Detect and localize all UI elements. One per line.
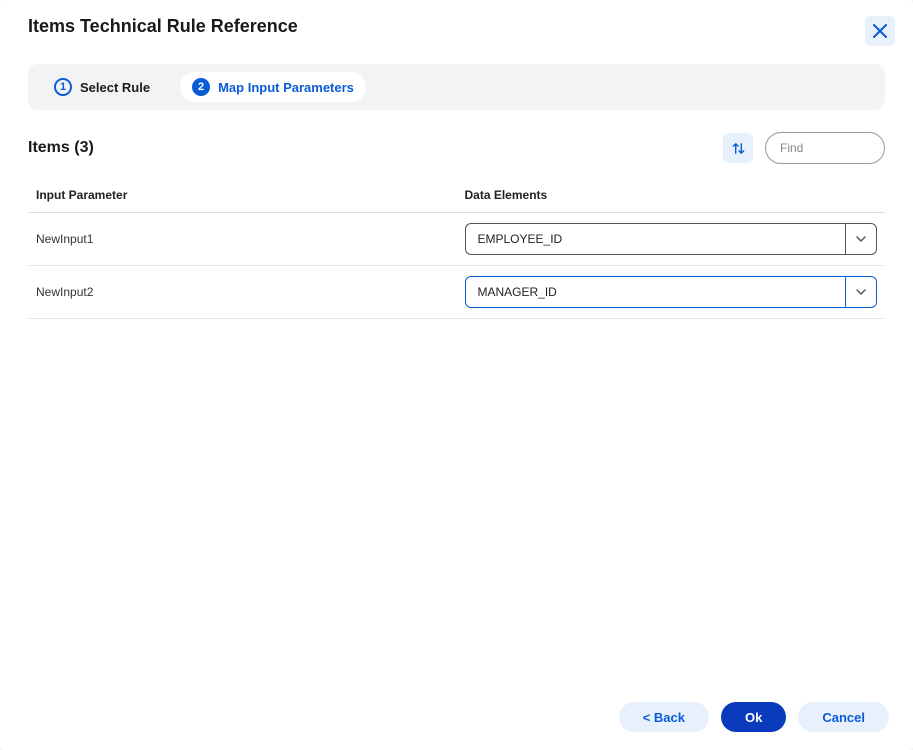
dialog-footer: < Back Ok Cancel [0,686,913,750]
data-element-select[interactable]: EMPLOYEE_ID [465,223,878,255]
sort-icon [731,141,746,156]
step-select-rule[interactable]: 1 Select Rule [42,72,162,102]
steps-bar: 1 Select Rule 2 Map Input Parameters [28,64,885,110]
column-header-data-elements: Data Elements [457,178,886,213]
chevron-down-icon [855,286,867,298]
select-chevron[interactable] [845,223,877,255]
chevron-down-icon [855,233,867,245]
items-title: Items (3) [28,139,94,157]
table-header-row: Input Parameter Data Elements [28,178,885,213]
select-value: EMPLOYEE_ID [465,223,846,255]
table-row: NewInput1 EMPLOYEE_ID [28,213,885,266]
step-label: Map Input Parameters [218,80,354,95]
data-element-cell: EMPLOYEE_ID [457,213,886,266]
step-map-input-parameters[interactable]: 2 Map Input Parameters [180,72,366,102]
input-parameter-cell: NewInput1 [28,213,457,266]
input-parameter-cell: NewInput2 [28,266,457,319]
step-label: Select Rule [80,80,150,95]
dialog-title: Items Technical Rule Reference [28,16,298,37]
data-element-cell: MANAGER_ID [457,266,886,319]
dialog-header: Items Technical Rule Reference [0,0,913,50]
items-table: Input Parameter Data Elements NewInput1 … [28,178,885,319]
items-header: Items (3) [28,132,885,164]
select-value: MANAGER_ID [465,276,846,308]
data-element-select[interactable]: MANAGER_ID [465,276,878,308]
cancel-button[interactable]: Cancel [798,702,889,732]
step-number: 2 [192,78,210,96]
sort-button[interactable] [723,133,753,163]
select-chevron[interactable] [845,276,877,308]
close-icon [873,24,887,38]
back-button[interactable]: < Back [619,702,709,732]
column-header-input-parameter: Input Parameter [28,178,457,213]
ok-button[interactable]: Ok [721,702,786,732]
items-controls [723,132,885,164]
dialog: Items Technical Rule Reference 1 Select … [0,0,913,750]
find-input[interactable] [765,132,885,164]
close-button[interactable] [865,16,895,46]
table-row: NewInput2 MANAGER_ID [28,266,885,319]
content-area: Items (3) Input Parameter Data Elements [0,110,913,686]
step-number: 1 [54,78,72,96]
